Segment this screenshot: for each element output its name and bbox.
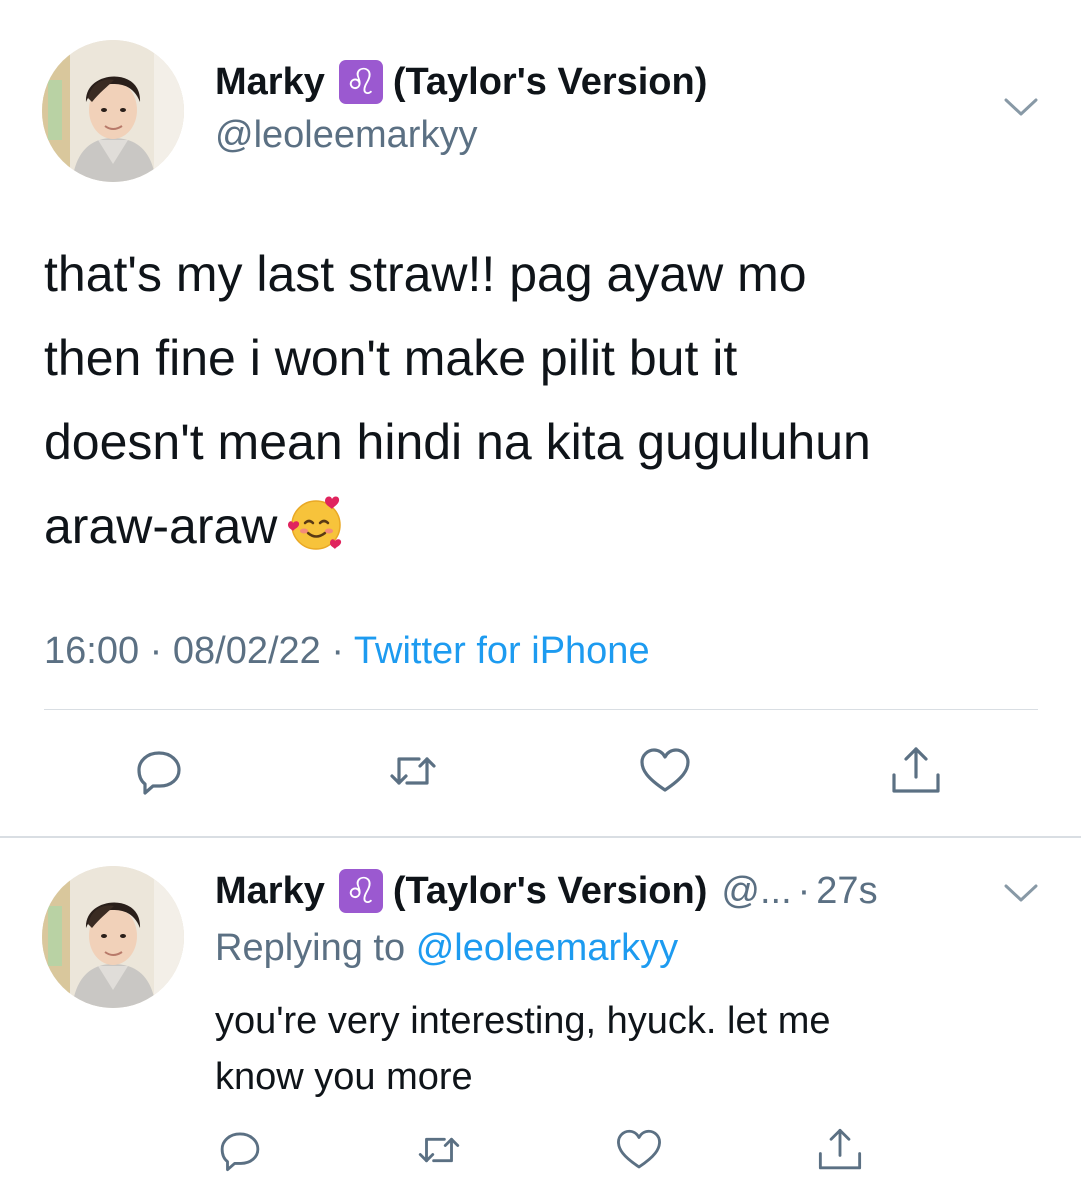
reply-icon[interactable] [131, 743, 187, 799]
tweet-date: 08/02/22 [172, 630, 321, 672]
thread-divider [0, 836, 1081, 838]
like-icon[interactable] [637, 743, 693, 799]
tweet-text-line: you're very interesting, hyuck. let me [215, 1000, 831, 1042]
tweet-text-line: that's my last straw!! pag ayaw mo [44, 246, 807, 302]
reply-header[interactable]: Marky ♌ (Taylor's Version) @... · 27s [215, 866, 878, 916]
tweet-text-line: araw-araw [44, 498, 278, 554]
tweet-text-line-last: araw-araw [44, 484, 1044, 568]
tweet-text: that's my last straw!! pag ayaw mo then … [44, 232, 1044, 568]
display-name-suffix: (Taylor's Version) [392, 61, 708, 103]
meta-separator: · [149, 630, 163, 672]
avatar[interactable] [42, 40, 184, 182]
handle[interactable]: @leoleemarkyy [215, 112, 477, 158]
tweet-meta: 16:00 · 08/02/22 · Twitter for iPhone [44, 626, 650, 676]
retweet-icon[interactable] [414, 1125, 464, 1175]
meta-separator: · [331, 630, 345, 672]
display-name: Marky [215, 870, 325, 912]
tweet-text-line: know you more [215, 1056, 473, 1098]
tweet-time: 27s [816, 870, 878, 912]
tweet-text-line: then fine i won't make pilit but it [44, 330, 738, 386]
tweet-time: 16:00 [44, 630, 140, 672]
reply-avatar[interactable] [42, 866, 184, 1008]
chevron-down-icon[interactable] [1002, 92, 1040, 122]
tweet-text-line: doesn't mean hindi na kita guguluhun [44, 414, 871, 470]
chevron-down-icon[interactable] [1002, 878, 1040, 908]
replying-to-label: Replying to [215, 927, 406, 969]
meta-separator: · [797, 870, 811, 912]
divider [44, 709, 1038, 710]
replying-to-handle-link[interactable]: @leoleemarkyy [416, 927, 678, 969]
smiling-face-with-hearts-icon [288, 496, 342, 550]
share-icon[interactable] [815, 1125, 865, 1175]
display-name-row[interactable]: Marky ♌ (Taylor's Version) [215, 58, 707, 106]
main-tweet: Marky ♌ (Taylor's Version) @leoleemarkyy… [0, 0, 1081, 836]
replying-to: Replying to @leoleemarkyy [215, 923, 678, 973]
display-name: Marky [215, 61, 325, 103]
tweet-source-link[interactable]: Twitter for iPhone [354, 630, 650, 672]
reply-icon[interactable] [215, 1125, 265, 1175]
like-icon[interactable] [614, 1125, 664, 1175]
retweet-icon[interactable] [385, 743, 441, 799]
handle: @... [721, 870, 792, 912]
share-icon[interactable] [888, 743, 944, 799]
reply-tweet-text: you're very interesting, hyuck. let me k… [215, 993, 1045, 1105]
display-name-suffix: (Taylor's Version) [392, 870, 708, 912]
leo-zodiac-icon: ♌ [338, 869, 383, 913]
tweet-thread-screenshot: Marky ♌ (Taylor's Version) @leoleemarkyy… [0, 0, 1081, 1200]
leo-zodiac-icon: ♌ [338, 60, 383, 104]
